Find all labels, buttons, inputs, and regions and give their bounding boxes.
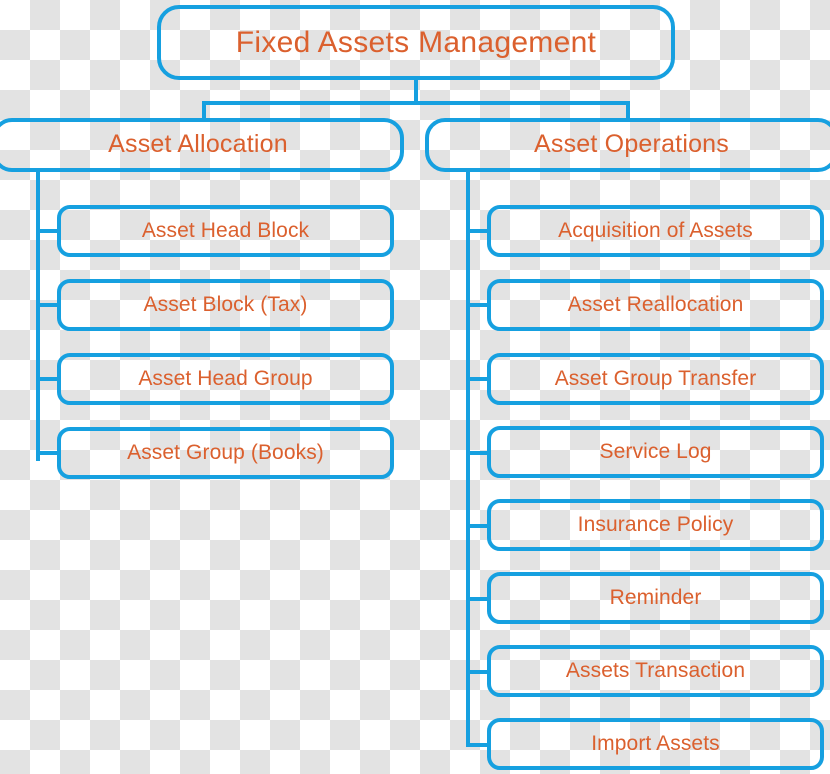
node-leaf-insurance-policy[interactable]: Insurance Policy <box>487 499 824 551</box>
node-leaf-asset-head-block-label: Asset Head Block <box>141 219 310 243</box>
node-root-label: Fixed Assets Management <box>235 26 597 59</box>
connector-rail-asset-allocation <box>36 171 40 461</box>
node-leaf-assets-transaction-label: Assets Transaction <box>565 659 746 683</box>
connector-root-bar <box>202 101 630 105</box>
node-leaf-asset-group-books[interactable]: Asset Group (Books) <box>57 427 394 479</box>
node-leaf-asset-head-block[interactable]: Asset Head Block <box>57 205 394 257</box>
node-root-fixed-assets-management[interactable]: Fixed Assets Management <box>157 5 675 80</box>
node-branch-asset-operations[interactable]: Asset Operations <box>425 118 830 172</box>
node-branch-asset-allocation-label: Asset Allocation <box>108 130 288 159</box>
node-leaf-reminder[interactable]: Reminder <box>487 572 824 624</box>
node-leaf-asset-group-transfer[interactable]: Asset Group Transfer <box>487 353 824 405</box>
node-leaf-asset-group-books-label: Asset Group (Books) <box>127 441 324 465</box>
node-leaf-asset-reallocation[interactable]: Asset Reallocation <box>487 279 824 331</box>
node-branch-asset-allocation[interactable]: Asset Allocation <box>0 118 404 172</box>
node-leaf-asset-block-tax[interactable]: Asset Block (Tax) <box>57 279 394 331</box>
node-leaf-asset-block-tax-label: Asset Block (Tax) <box>143 293 308 317</box>
node-leaf-insurance-policy-label: Insurance Policy <box>577 513 734 537</box>
node-leaf-asset-head-group[interactable]: Asset Head Group <box>57 353 394 405</box>
node-leaf-acquisition-of-assets-label: Acquisition of Assets <box>558 219 753 243</box>
node-leaf-asset-head-group-label: Asset Head Group <box>138 367 313 391</box>
org-chart-diagram: Fixed Assets Management Asset Allocation… <box>0 0 830 774</box>
node-leaf-service-log-label: Service Log <box>599 440 712 464</box>
node-leaf-service-log[interactable]: Service Log <box>487 426 824 478</box>
node-leaf-asset-reallocation-label: Asset Reallocation <box>567 293 744 317</box>
node-leaf-import-assets[interactable]: Import Assets <box>487 718 824 770</box>
node-leaf-asset-group-transfer-label: Asset Group Transfer <box>554 367 757 391</box>
connector-rail-asset-operations <box>466 171 470 746</box>
node-leaf-reminder-label: Reminder <box>609 586 702 610</box>
node-leaf-acquisition-of-assets[interactable]: Acquisition of Assets <box>487 205 824 257</box>
node-branch-asset-operations-label: Asset Operations <box>534 130 729 159</box>
node-leaf-assets-transaction[interactable]: Assets Transaction <box>487 645 824 697</box>
node-leaf-import-assets-label: Import Assets <box>591 732 720 756</box>
